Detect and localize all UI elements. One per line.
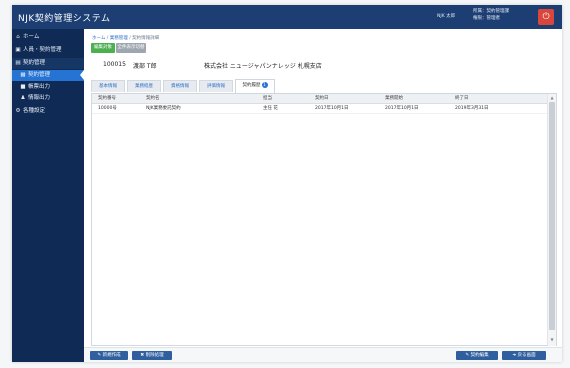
tab-label: 契約履歴 [242,83,261,88]
table-row[interactable]: 10000号 NJK業務委託契約 主任 花 2017年10月1日 2017年10… [92,104,548,114]
sidebar: ⌂ ホーム ▣ 人員・契約管理 ▤ 契約管理 ▦ 契約管理 ■ 帳票出力 ♟ 情… [12,29,84,362]
tab-contract-history[interactable]: 契約履歴 1 [235,79,275,93]
sidebar-item-settings[interactable]: ⚙ 各種設定 [12,106,84,117]
vertical-scrollbar[interactable]: ▲ ▼ [547,94,556,346]
footer-toolbar: ✎ 新規作成 ✖ 削除処理 ✎ 契約編集 ➜ 戻る画面 [84,347,562,362]
toggle-all-button[interactable]: 全件表示切替 [116,43,146,53]
contract-history-table: 契約番号 契約名 担当 契約日 業務開始 終了日 10000号 NJK業務委託契… [91,94,557,346]
scroll-down-icon[interactable]: ▼ [548,337,556,342]
sidebar-item-personnel[interactable]: ▣ 人員・契約管理 [12,45,84,56]
count-badge: 1 [261,81,268,88]
logout-button[interactable]: ⏻ [538,9,554,25]
users-icon: ▣ [15,47,21,53]
person-icon: ♟ [20,95,26,101]
column-header: 終了日 [455,96,469,101]
gear-icon: ⚙ [15,108,21,114]
table-cell: 2017年10月1日 [385,106,419,111]
active-indicator [80,70,84,80]
column-header: 契約番号 [98,96,116,101]
sidebar-item-label: 情報出力 [28,95,51,101]
column-header: 契約名 [146,96,160,101]
sidebar-item-home[interactable]: ⌂ ホーム [12,32,84,43]
tab-work-history[interactable]: 業務経歴 [127,80,161,92]
back-button[interactable]: ➜ 戻る画面 [502,351,546,360]
tab-bar: 基本情報 業務経歴 資格情報 評価情報 契約履歴 1 [91,79,557,94]
new-button[interactable]: ✎ 新規作成 [90,351,128,360]
sidebar-item-label: 人員・契約管理 [23,47,62,53]
sidebar-item-contracts[interactable]: ▤ 契約管理 [12,58,84,69]
tab-qualifications[interactable]: 資格情報 [163,80,197,92]
top-bar: NJK契約管理システム NJK 太郎 所属：契約管理課 権限：管理者 ⏻ [12,5,562,29]
tab-label: 評価情報 [207,84,225,89]
sidebar-item-label: 帳票出力 [28,84,51,90]
tab-label: 業務経歴 [135,84,153,89]
list-icon: ▦ [20,72,26,78]
record-id: 100015 [103,61,126,68]
tab-label: 基本情報 [99,84,117,89]
sidebar-item-label: ホーム [23,34,40,40]
table-header: 契約番号 契約名 担当 契約日 業務開始 終了日 [92,94,548,104]
app-window: NJK契約管理システム NJK 太郎 所属：契約管理課 権限：管理者 ⏻ ⌂ ホ… [12,5,562,362]
app-title: NJK契約管理システム [18,14,111,24]
table-cell: 主任 花 [263,106,278,111]
table-cell: 2019年3月31日 [455,106,489,111]
tab-basic-info[interactable]: 基本情報 [91,80,125,92]
sidebar-item-contract-list[interactable]: ▦ 契約管理 [12,70,84,81]
delete-button[interactable]: ✖ 削除処理 [132,351,172,360]
user-department: 所属：契約管理課 [473,9,509,14]
sidebar-item-label: 各種設定 [23,108,46,114]
sidebar-item-label: 契約管理 [23,60,46,66]
tab-evaluation[interactable]: 評価情報 [199,80,233,92]
breadcrumb: ホーム / 業務管理 / 契約情報詳細 [92,35,159,41]
sidebar-item-info-output[interactable]: ♟ 情報出力 [12,93,84,104]
contract-icon: ▤ [15,60,21,66]
edit-target-button[interactable]: 編集対象 [91,43,115,53]
scroll-up-icon[interactable]: ▲ [548,95,556,100]
sidebar-item-reports[interactable]: ■ 帳票出力 [12,82,84,93]
home-icon: ⌂ [16,34,20,40]
column-header: 業務開始 [385,96,403,101]
breadcrumb-current: 契約情報詳細 [132,36,160,41]
breadcrumb-home[interactable]: ホーム [92,36,105,41]
sidebar-item-label: 契約管理 [28,72,51,78]
doc-icon: ■ [20,84,26,90]
tab-label: 資格情報 [171,84,189,89]
table-cell: 10000号 [98,106,117,111]
edit-contract-button[interactable]: ✎ 契約編集 [456,351,498,360]
breadcrumb-section[interactable]: 業務管理 [110,36,128,41]
scroll-thumb[interactable] [549,102,555,330]
table-cell: NJK業務委託契約 [146,106,181,111]
user-role: 権限：管理者 [473,16,500,21]
record-name: 渡部 T郎 [133,63,157,70]
power-icon: ⏻ [542,12,550,22]
user-name: NJK 太郎 [437,14,456,19]
user-meta: 所属：契約管理課 権限：管理者 [473,8,509,22]
table-cell: 2017年10月1日 [315,106,349,111]
column-header: 契約日 [315,96,329,101]
record-company: 株式会社 ニュージャパンナレッジ 札幌支店 [204,63,322,70]
column-header: 担当 [263,96,272,101]
